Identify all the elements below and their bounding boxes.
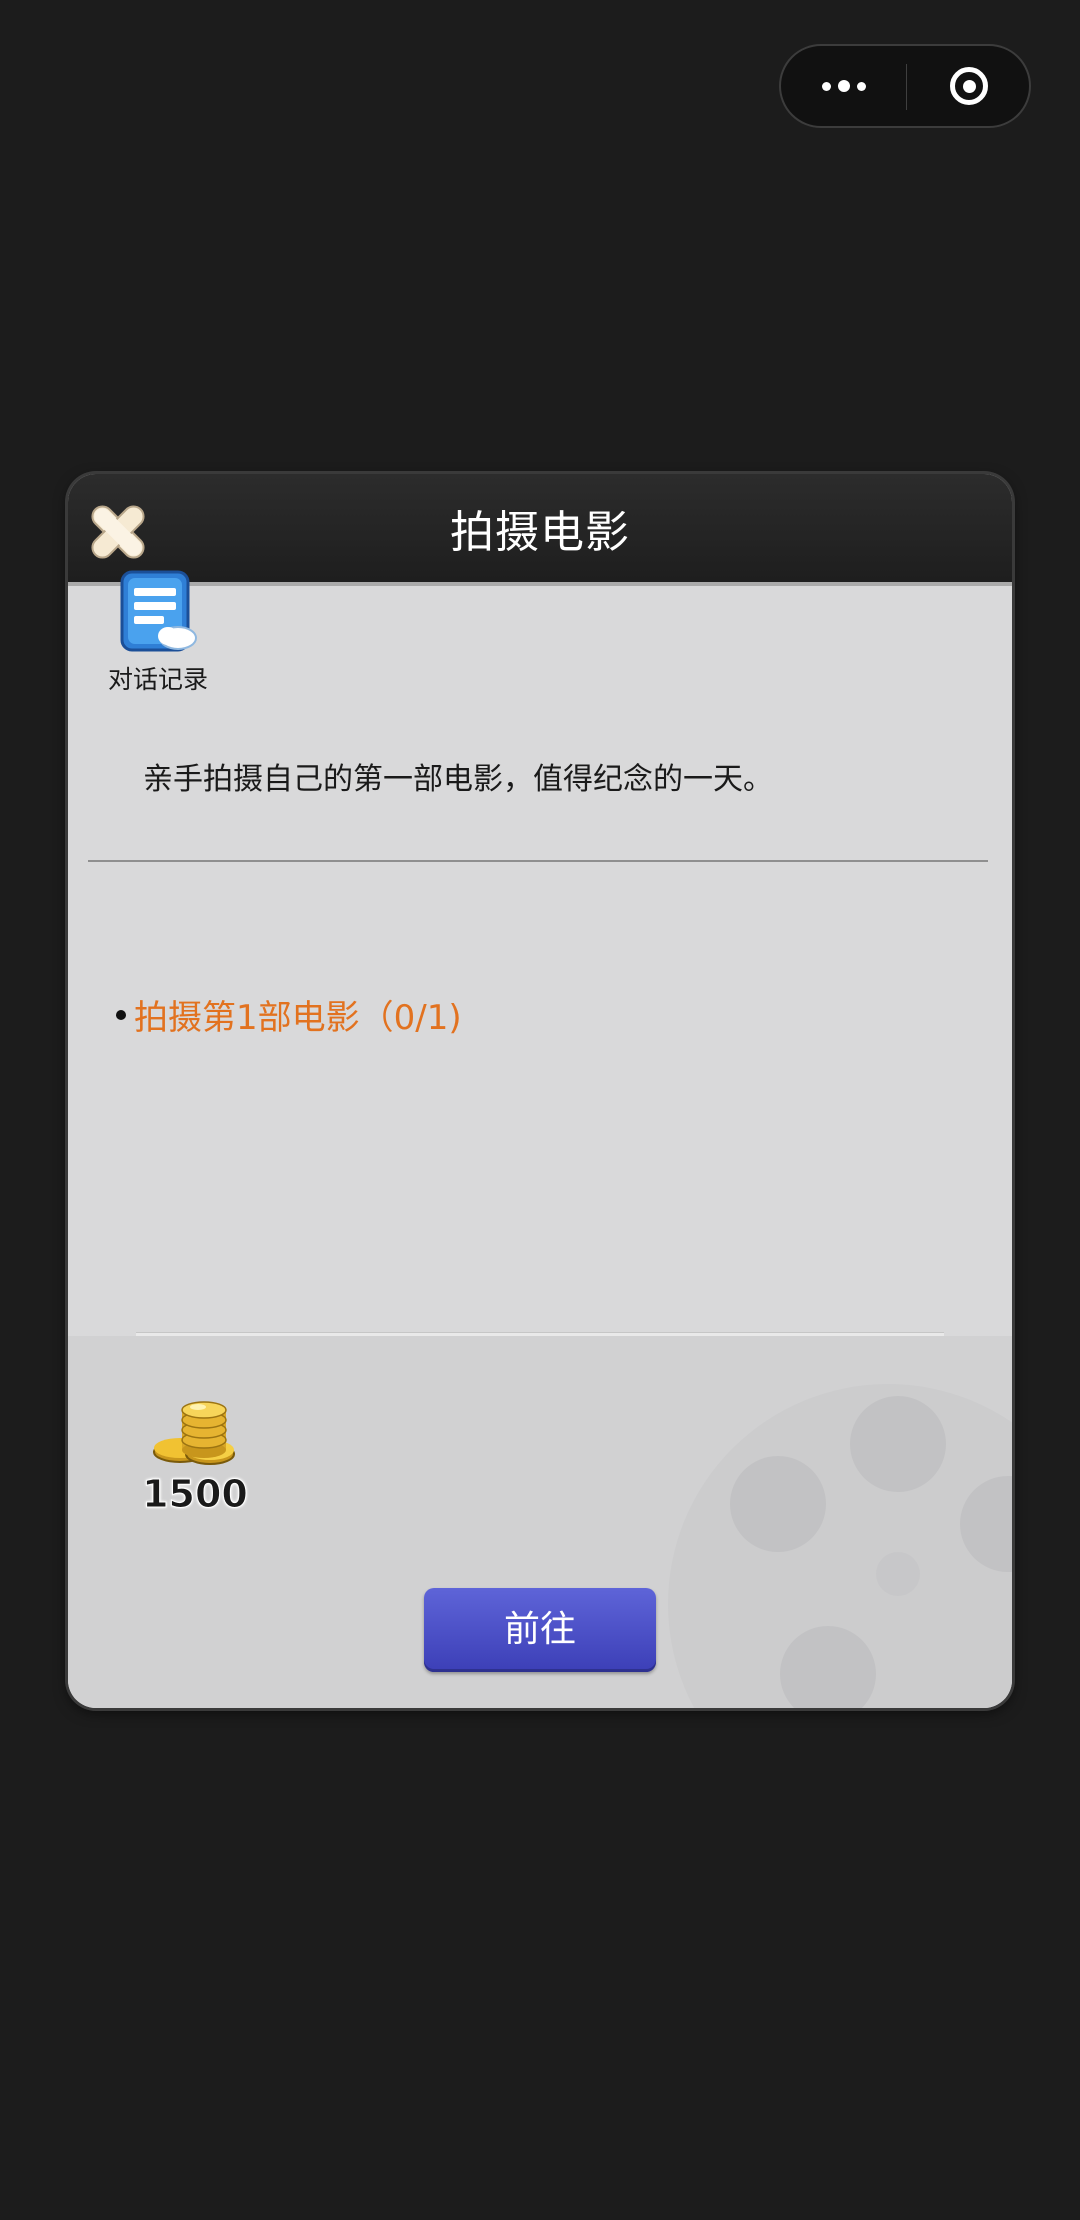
close-x-icon[interactable]: [82, 496, 154, 568]
target-circle-icon[interactable]: [907, 46, 1031, 126]
task-objective: 拍摄第1部电影（0/1): [116, 990, 462, 1039]
chat-history-button[interactable]: 对话记录: [88, 570, 228, 700]
dialog-title: 拍摄电影: [450, 507, 630, 558]
task-description: 亲手拍摄自己的第一部电影，值得纪念的一天。: [143, 762, 773, 797]
film-reel-decoration-icon: [668, 1384, 1012, 1708]
divider: [88, 860, 988, 862]
reward-item: 1500: [138, 1392, 258, 1522]
task-objective-text: 拍摄第1部电影（0/1): [134, 998, 462, 1038]
go-button[interactable]: 前往: [424, 1588, 656, 1672]
miniprogram-capsule: [779, 44, 1031, 128]
chat-history-label: 对话记录: [107, 665, 208, 694]
task-dialog: 拍摄电影 对话记录 亲手拍摄自己的第一部电影，值得纪念的一天。 拍摄第1部电影（…: [68, 474, 1012, 1708]
more-dots-icon[interactable]: [781, 46, 906, 126]
bullet-icon: [116, 1009, 126, 1020]
chat-log-icon: [120, 570, 197, 652]
divider: [136, 1332, 944, 1336]
reward-amount: 1500: [142, 1472, 249, 1517]
screen: 拍摄电影 对话记录 亲手拍摄自己的第一部电影，值得纪念的一天。 拍摄第1部电影（…: [0, 0, 1080, 2220]
gold-coins-icon: [153, 1401, 235, 1465]
